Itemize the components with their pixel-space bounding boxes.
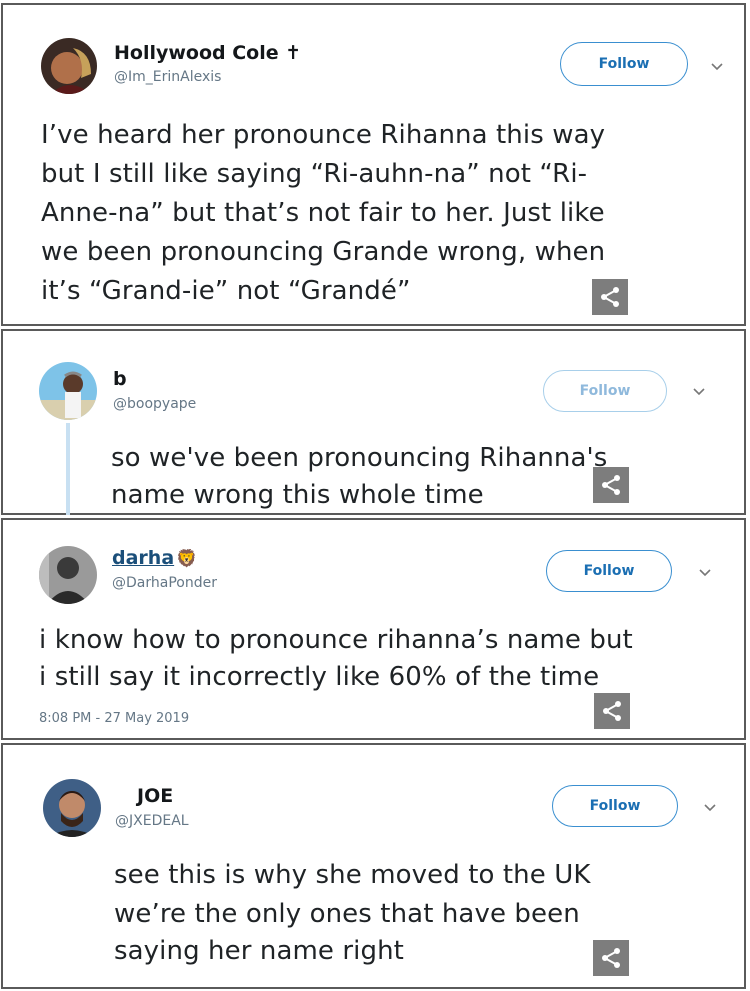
chevron-down-icon[interactable] <box>710 62 724 72</box>
share-icon <box>603 701 621 721</box>
avatar[interactable] <box>39 362 97 420</box>
display-name[interactable]: b <box>113 368 127 390</box>
follow-button[interactable]: Follow <box>543 370 667 412</box>
share-button[interactable] <box>593 940 629 976</box>
display-name[interactable]: JOE <box>137 785 173 807</box>
follow-button[interactable]: Follow <box>552 785 678 827</box>
share-icon <box>601 287 619 307</box>
avatar[interactable] <box>43 779 101 837</box>
tweet-line: i know how to pronounce rihanna’s name b… <box>39 625 633 655</box>
tweet-line: it’s “Grand-ie” not “Grandé” <box>41 276 411 306</box>
share-icon <box>602 948 620 968</box>
chevron-down-icon[interactable] <box>692 387 706 397</box>
tweet-line: see this is why she moved to the UK <box>114 860 591 890</box>
follow-button[interactable]: Follow <box>560 42 688 86</box>
chevron-down-icon[interactable] <box>703 803 717 813</box>
user-handle[interactable]: @DarhaPonder <box>112 575 217 591</box>
tweet-line: we been pronouncing Grande wrong, when <box>41 237 606 267</box>
tweet-card: darha 🦁 @DarhaPonder Follow i know how to… <box>1 518 746 740</box>
lion-emoji-icon: 🦁 <box>176 549 198 569</box>
tweet-card: JOE @JXEDEAL Follow see this is why she … <box>1 743 746 989</box>
tweet-line: we’re the only ones that have been <box>114 899 580 929</box>
avatar[interactable] <box>39 546 97 604</box>
tweet-card: Hollywood Cole ✝ @Im_ErinAlexis Follow I… <box>1 3 746 326</box>
tweet-line: saying her name right <box>114 936 404 966</box>
display-name[interactable]: Hollywood Cole ✝ <box>114 42 301 64</box>
user-handle[interactable]: @Im_ErinAlexis <box>114 69 221 85</box>
tweet-card: b @boopyape Follow so we've been pronoun… <box>1 329 746 515</box>
thread-line <box>66 423 70 515</box>
avatar[interactable] <box>41 38 97 94</box>
share-icon <box>602 475 620 495</box>
share-button[interactable] <box>592 279 628 315</box>
tweet-line: i still say it incorrectly like 60% of t… <box>39 662 600 692</box>
display-name[interactable]: darha 🦁 <box>112 547 197 569</box>
tweet-line: I’ve heard her pronounce Rihanna this wa… <box>41 120 606 150</box>
display-name-text[interactable]: darha <box>112 547 174 569</box>
chevron-down-icon[interactable] <box>698 568 712 578</box>
user-handle[interactable]: @JXEDEAL <box>115 813 189 829</box>
follow-button[interactable]: Follow <box>546 550 672 592</box>
tweet-line: name wrong this whole time <box>111 480 484 510</box>
user-handle[interactable]: @boopyape <box>113 396 196 412</box>
tweet-line: but I still like saying “Ri-auhn-na” not… <box>41 159 588 189</box>
tweet-line: so we've been pronouncing Rihanna's <box>111 443 608 473</box>
tweet-timestamp[interactable]: 8:08 PM - 27 May 2019 <box>39 711 189 726</box>
tweet-line: Anne-na” but that’s not fair to her. Jus… <box>41 198 605 228</box>
share-button[interactable] <box>594 693 630 729</box>
share-button[interactable] <box>593 467 629 503</box>
